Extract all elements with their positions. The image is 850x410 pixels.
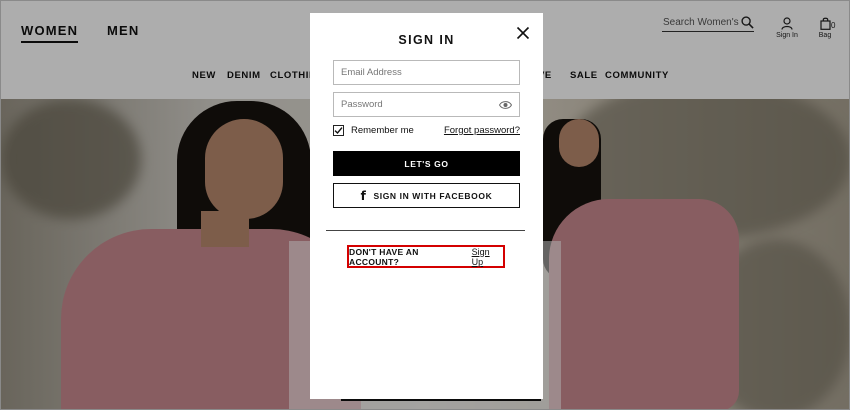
check-icon — [334, 126, 343, 134]
email-field-wrapper — [333, 60, 520, 85]
signin-modal: SIGN IN Remember me Forgot password? LET… — [310, 13, 543, 399]
modal-title: SIGN IN — [398, 33, 455, 47]
remember-label: Remember me — [351, 124, 414, 136]
password-field-wrapper — [333, 92, 520, 117]
password-field[interactable] — [334, 93, 519, 116]
remember-me[interactable]: Remember me — [333, 124, 414, 136]
remember-checkbox[interactable] — [333, 124, 344, 136]
facebook-signin-button[interactable]: f SIGN IN WITH FACEBOOK — [333, 183, 520, 208]
eye-icon[interactable] — [499, 100, 512, 110]
forgot-password-link[interactable]: Forgot password? — [444, 125, 520, 136]
facebook-icon: f — [360, 188, 367, 203]
lets-go-button[interactable]: LET'S GO — [333, 151, 520, 176]
email-field[interactable] — [334, 61, 519, 84]
signup-prompt: DON'T HAVE AN ACCOUNT? Sign Up — [347, 245, 505, 268]
page: WOMEN MEN Search Women's Sign In 0 Bag N… — [0, 0, 850, 410]
signup-link[interactable]: Sign Up — [472, 247, 503, 267]
facebook-button-label: SIGN IN WITH FACEBOOK — [373, 190, 493, 201]
signup-question: DON'T HAVE AN ACCOUNT? — [349, 246, 419, 267]
divider — [326, 230, 525, 231]
